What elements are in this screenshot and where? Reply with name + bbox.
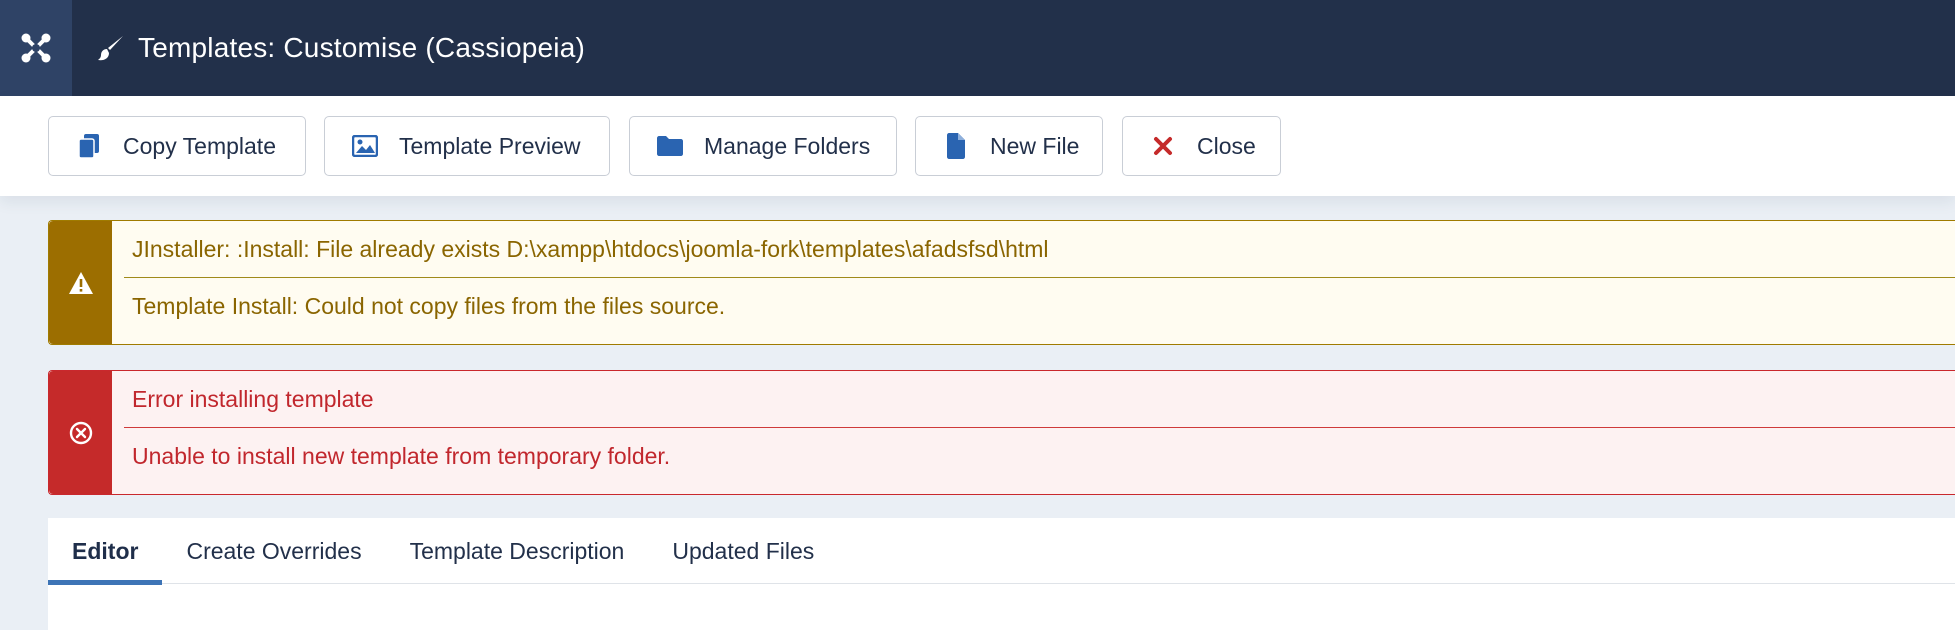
copy-icon: [75, 132, 103, 160]
warning-alert: JInstaller: :Install: File already exist…: [48, 220, 1955, 345]
tab-create-overrides[interactable]: Create Overrides: [162, 518, 385, 584]
error-message: Unable to install new template from temp…: [132, 442, 671, 469]
warning-message: JInstaller: :Install: File already exist…: [132, 235, 1049, 262]
warning-message: Template Install: Could not copy files f…: [132, 292, 726, 319]
tab-template-description[interactable]: Template Description: [386, 518, 649, 584]
page-title: Templates: Customise (Cassiopeia): [138, 32, 585, 63]
paint-brush-icon: [96, 33, 126, 63]
close-icon: [1149, 132, 1177, 160]
manage-folders-label: Manage Folders: [704, 132, 871, 159]
manage-folders-button[interactable]: Manage Folders: [629, 116, 897, 176]
error-alert: Error installing template Unable to inst…: [48, 370, 1955, 495]
top-header: Templates: Customise (Cassiopeia): [0, 0, 1955, 96]
joomla-logo-icon[interactable]: [0, 0, 72, 96]
new-file-label: New File: [990, 132, 1080, 159]
error-message: Error installing template: [132, 385, 374, 412]
close-label: Close: [1197, 132, 1256, 159]
copy-template-label: Copy Template: [123, 132, 276, 159]
editor-panel: Editor Create Overrides Template Descrip…: [48, 518, 1955, 630]
tab-editor[interactable]: Editor: [48, 518, 163, 585]
error-circle-icon: [49, 371, 112, 494]
template-preview-button[interactable]: Template Preview: [324, 116, 610, 176]
folder-icon: [656, 132, 684, 160]
image-icon: [351, 132, 379, 160]
file-icon: [942, 132, 970, 160]
close-button[interactable]: Close: [1122, 116, 1281, 176]
tab-bar: Editor Create Overrides Template Descrip…: [48, 518, 1955, 585]
toolbar: Copy Template Template Preview Manage Fo…: [0, 96, 1955, 196]
copy-template-button[interactable]: Copy Template: [48, 116, 306, 176]
warning-icon: [49, 221, 112, 344]
tab-updated-files[interactable]: Updated Files: [648, 518, 838, 584]
new-file-button[interactable]: New File: [915, 116, 1103, 176]
template-preview-label: Template Preview: [399, 132, 581, 159]
